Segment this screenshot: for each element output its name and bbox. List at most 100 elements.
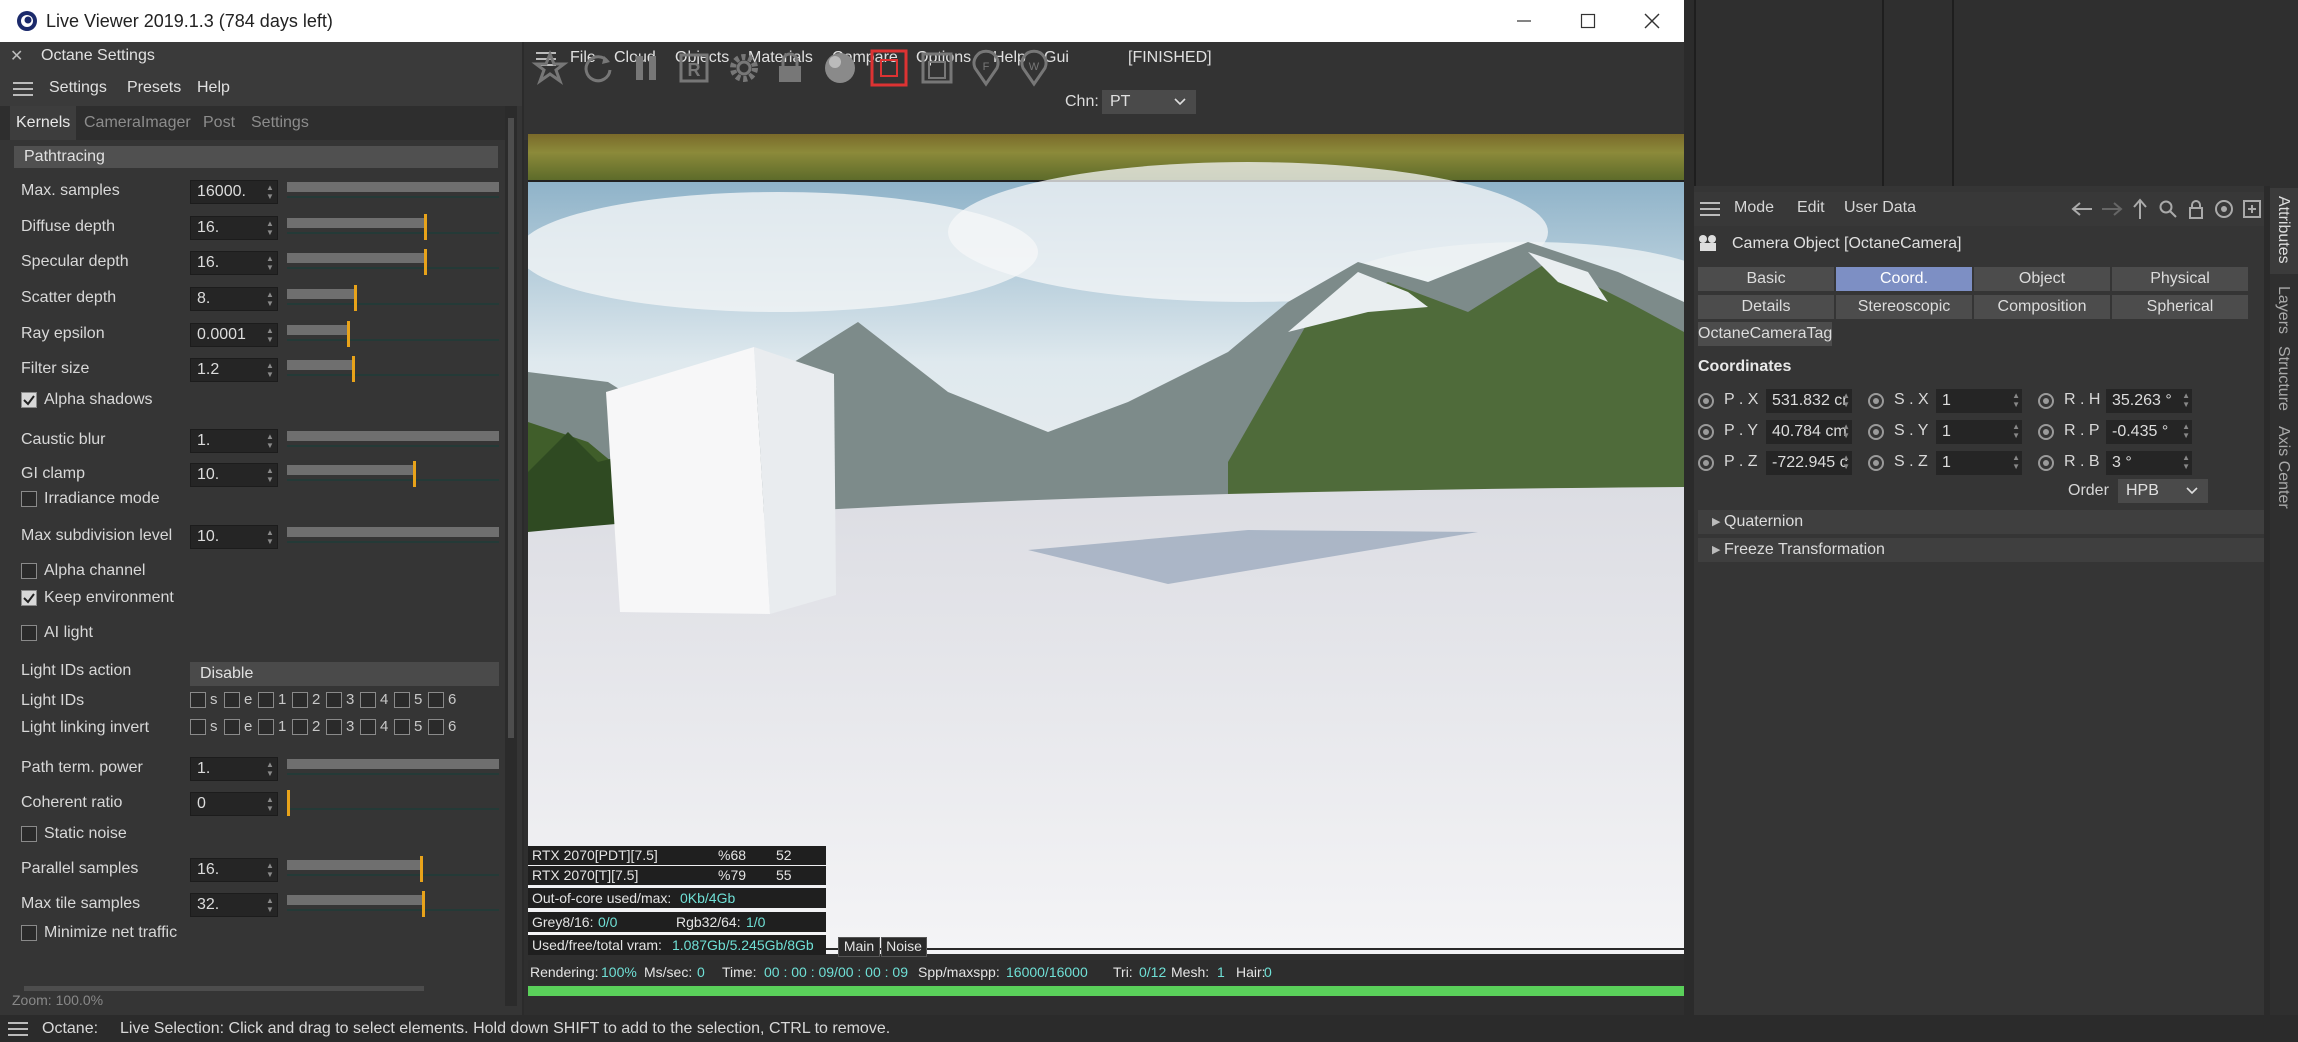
light-id-checkbox[interactable] <box>326 719 342 735</box>
param-slider[interactable] <box>287 790 499 816</box>
param-value-field[interactable]: 16. ▲ ▼ <box>190 251 278 275</box>
spinner-icon[interactable]: ▲ ▼ <box>266 219 274 237</box>
order-dropdown[interactable]: HPB <box>2118 479 2208 503</box>
tab-settings[interactable]: Settings <box>245 106 315 140</box>
attributes-menu-edit[interactable]: Edit <box>1797 199 1825 217</box>
param-slider[interactable] <box>287 461 499 487</box>
param-slider[interactable] <box>287 285 499 311</box>
material-sphere-icon[interactable] <box>820 48 860 88</box>
param-value-field[interactable]: 1.2 ▲ ▼ <box>190 358 278 382</box>
coord-field[interactable]: 40.784 cm ▲ ▼ <box>1766 420 1852 444</box>
horizontal-scrollbar-thumb[interactable] <box>24 986 424 991</box>
param-slider[interactable] <box>287 755 499 781</box>
param-value-field[interactable]: 16. ▲ ▼ <box>190 858 278 882</box>
param-value-field[interactable]: 16. ▲ ▼ <box>190 216 278 240</box>
focus-picker-icon[interactable]: F <box>966 48 1006 88</box>
keyframe-radio[interactable] <box>2038 455 2054 471</box>
light-id-checkbox[interactable] <box>190 692 206 708</box>
spinner-icon[interactable]: ▲ ▼ <box>266 760 274 778</box>
spinner-icon[interactable]: ▲ ▼ <box>266 326 274 344</box>
new-window-icon[interactable] <box>2242 199 2262 219</box>
render-viewport[interactable] <box>528 132 1684 954</box>
minimize-button[interactable] <box>1492 0 1556 42</box>
light-id-checkbox[interactable] <box>326 692 342 708</box>
slider-thumb[interactable] <box>347 321 351 347</box>
region-render-icon[interactable]: R <box>674 48 714 88</box>
slider-thumb[interactable] <box>413 461 417 487</box>
tab-kernels[interactable]: Kernels <box>10 106 77 140</box>
coord-field[interactable]: 1 ▲ ▼ <box>1936 451 2022 475</box>
attr-tab[interactable]: Stereoscopic <box>1836 295 1972 319</box>
attr-tab[interactable]: Spherical <box>2112 295 2248 319</box>
attr-tab[interactable]: Details <box>1698 295 1834 319</box>
vertical-scrollbar-thumb[interactable] <box>508 118 514 738</box>
tab-noise[interactable]: Noise <box>881 937 927 957</box>
param-slider[interactable] <box>287 249 499 275</box>
attributes-menu-mode[interactable]: Mode <box>1734 199 1774 217</box>
param-slider[interactable] <box>287 891 499 917</box>
attr-tab[interactable]: Object <box>1974 267 2110 291</box>
slider-thumb[interactable] <box>353 285 357 311</box>
spinner-icon[interactable]: ▲ ▼ <box>266 432 274 450</box>
coord-field[interactable]: 3 ° ▲ ▼ <box>2106 451 2192 475</box>
attr-tab[interactable]: Coord. <box>1836 267 1972 291</box>
light-id-checkbox[interactable] <box>360 692 376 708</box>
slider-thumb[interactable] <box>423 249 427 275</box>
spinner-icon[interactable]: ▲ ▼ <box>266 183 274 201</box>
slider-thumb[interactable] <box>419 856 423 882</box>
spinner-icon[interactable]: ▲ ▼ <box>266 254 274 272</box>
spinner-icon[interactable]: ▲ ▼ <box>2182 391 2190 409</box>
keyframe-radio[interactable] <box>2038 393 2054 409</box>
param-value-field[interactable]: 1. ▲ ▼ <box>190 757 278 781</box>
light-id-checkbox[interactable] <box>224 719 240 735</box>
coord-field[interactable]: 1 ▲ ▼ <box>1936 420 2022 444</box>
coord-field[interactable]: -0.435 ° ▲ ▼ <box>2106 420 2192 444</box>
alpha-shadows-checkbox[interactable] <box>21 392 37 408</box>
pathtracing-section-header[interactable]: Pathtracing <box>14 146 498 168</box>
lock-icon[interactable] <box>2186 198 2206 220</box>
param-value-field[interactable]: 10. ▲ ▼ <box>190 463 278 487</box>
spinner-icon[interactable]: ▲ ▼ <box>266 466 274 484</box>
param-slider[interactable] <box>287 356 499 382</box>
side-tab-layers[interactable]: Layers <box>2274 286 2292 334</box>
slider-thumb[interactable] <box>423 214 427 240</box>
irradiance-mode-checkbox[interactable] <box>21 491 37 507</box>
light-id-checkbox[interactable] <box>292 719 308 735</box>
light-id-checkbox[interactable] <box>224 692 240 708</box>
param-slider[interactable] <box>287 321 499 347</box>
attributes-menu-userdata[interactable]: User Data <box>1844 199 1916 217</box>
spinner-icon[interactable]: ▲ ▼ <box>266 896 274 914</box>
spinner-icon[interactable]: ▲ ▼ <box>266 290 274 308</box>
forward-arrow-icon[interactable] <box>2100 200 2124 218</box>
hamburger-menu-icon[interactable] <box>13 81 33 97</box>
back-arrow-icon[interactable] <box>2070 200 2094 218</box>
tab-octanecameratag[interactable]: OctaneCameraTag <box>1698 322 1832 346</box>
ai-light-checkbox[interactable] <box>21 625 37 641</box>
light-id-checkbox[interactable] <box>258 719 274 735</box>
menu-settings[interactable]: Settings <box>49 79 107 97</box>
light-id-checkbox[interactable] <box>292 692 308 708</box>
up-arrow-icon[interactable] <box>2130 198 2150 220</box>
region-select-icon[interactable] <box>869 48 909 88</box>
param-slider[interactable] <box>287 214 499 240</box>
keyframe-radio[interactable] <box>1698 424 1714 440</box>
light-id-checkbox[interactable] <box>394 692 410 708</box>
coord-field[interactable]: 531.832 cr ▲ ▼ <box>1766 389 1852 413</box>
menu-presets[interactable]: Presets <box>127 79 181 97</box>
side-tab-structure[interactable]: Structure <box>2274 346 2292 411</box>
param-value-field[interactable]: 16000. ▲ ▼ <box>190 180 278 204</box>
tab-main[interactable]: Main <box>838 937 880 957</box>
spinner-icon[interactable]: ▲ ▼ <box>2182 422 2190 440</box>
keep-environment-checkbox[interactable] <box>21 590 37 606</box>
side-tab-axis-center[interactable]: Axis Center <box>2274 426 2292 509</box>
alpha-channel-checkbox[interactable] <box>21 563 37 579</box>
param-slider[interactable] <box>287 427 499 453</box>
spinner-icon[interactable]: ▲ ▼ <box>1842 391 1850 409</box>
pause-render-icon[interactable] <box>626 48 666 88</box>
param-value-field[interactable]: 1. ▲ ▼ <box>190 429 278 453</box>
channel-dropdown[interactable]: PT <box>1102 90 1196 114</box>
param-slider[interactable] <box>287 856 499 882</box>
param-value-field[interactable]: 0.0001 ▲ ▼ <box>190 323 278 347</box>
keyframe-radio[interactable] <box>1868 393 1884 409</box>
spinner-icon[interactable]: ▲ ▼ <box>2012 391 2020 409</box>
